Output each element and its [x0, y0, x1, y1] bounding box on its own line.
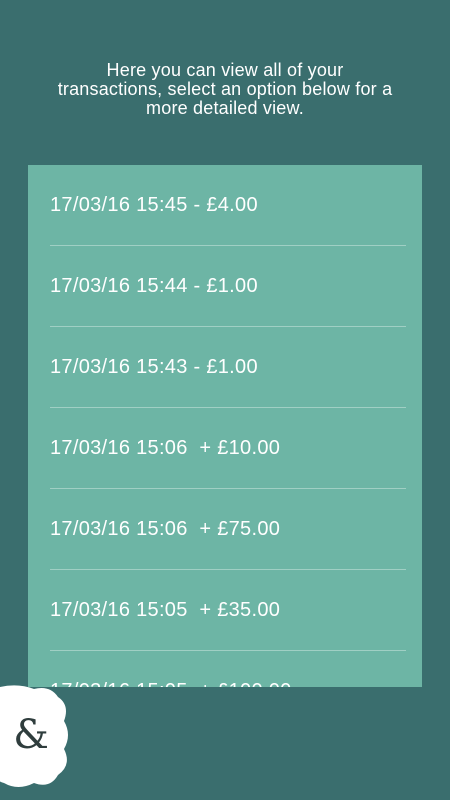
- instructions-line-2: transactions, select an option below for…: [57, 79, 393, 99]
- transactions-list[interactable]: 17/03/16 15:45 - £4.00 17/03/16 15:44 - …: [28, 165, 422, 687]
- transaction-item[interactable]: 17/03/16 15:05 + £100.00: [28, 651, 422, 687]
- transaction-item[interactable]: 17/03/16 15:05 + £35.00: [28, 570, 422, 651]
- instructions-text: Here you can view all of your transactio…: [20, 61, 430, 118]
- transaction-item[interactable]: 17/03/16 15:45 - £4.00: [28, 165, 422, 246]
- ampersand-icon: &: [13, 712, 49, 758]
- transaction-item[interactable]: 17/03/16 15:43 - £1.00: [28, 327, 422, 408]
- transaction-item[interactable]: 17/03/16 15:06 + £75.00: [28, 489, 422, 570]
- instructions-line-1: Here you can view all of your: [106, 60, 344, 80]
- instructions-line-3: more detailed view.: [146, 98, 304, 118]
- transaction-item[interactable]: 17/03/16 15:44 - £1.00: [28, 246, 422, 327]
- transaction-item[interactable]: 17/03/16 15:06 + £10.00: [28, 408, 422, 489]
